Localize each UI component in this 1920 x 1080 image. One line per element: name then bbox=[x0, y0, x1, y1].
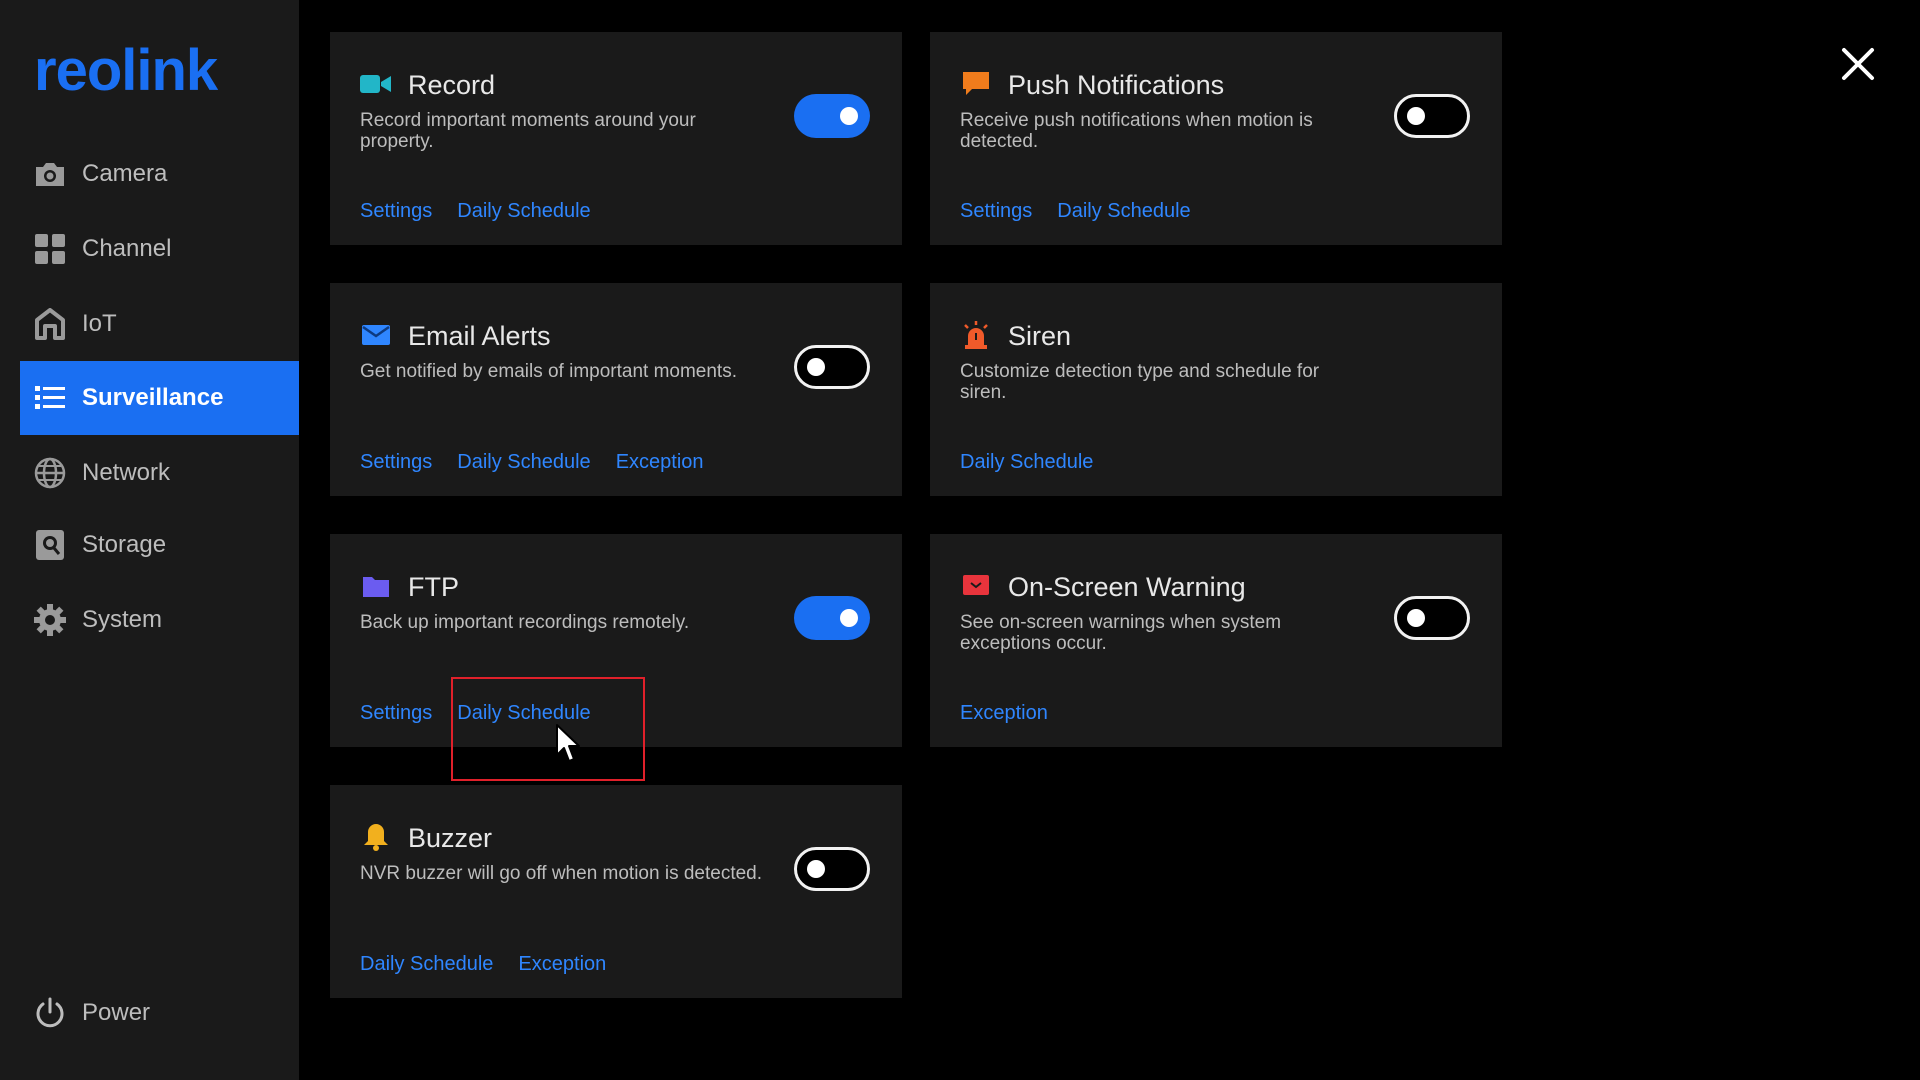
record-card: Record Record important moments around y… bbox=[330, 32, 902, 245]
list-icon bbox=[32, 380, 68, 416]
sidebar-item-label: Channel bbox=[82, 235, 172, 262]
ftp-toggle[interactable] bbox=[794, 596, 870, 640]
settings-link[interactable]: Settings bbox=[360, 200, 432, 223]
sidebar-item-channel[interactable]: Channel bbox=[20, 212, 299, 286]
sidebar-item-system[interactable]: System bbox=[20, 583, 299, 657]
daily-schedule-link[interactable]: Daily Schedule bbox=[457, 451, 590, 474]
push-notifications-toggle[interactable] bbox=[1394, 94, 1470, 138]
close-icon bbox=[1842, 48, 1874, 80]
card-description: Receive push notifications when motion i… bbox=[960, 110, 1313, 152]
toggle-knob bbox=[840, 107, 858, 125]
card-title: On-Screen Warning bbox=[1008, 572, 1246, 602]
record-toggle[interactable] bbox=[794, 94, 870, 138]
sidebar-item-label: System bbox=[82, 606, 163, 633]
sidebar-item-label: IoT bbox=[82, 310, 117, 337]
toggle-knob bbox=[807, 860, 825, 878]
card-title: Email Alerts bbox=[408, 321, 551, 351]
toggle-knob bbox=[1407, 107, 1425, 125]
settings-link[interactable]: Settings bbox=[960, 200, 1032, 223]
bell-icon bbox=[360, 821, 392, 853]
card-title: Buzzer bbox=[408, 823, 493, 853]
card-title: Record bbox=[408, 70, 496, 100]
camera-icon bbox=[32, 156, 68, 192]
power-label: Power bbox=[82, 999, 151, 1026]
card-title: FTP bbox=[408, 572, 459, 602]
globe-icon bbox=[32, 455, 68, 491]
mail-icon bbox=[360, 319, 392, 351]
folder-icon bbox=[360, 570, 392, 602]
card-description: Customize detection type and schedule fo… bbox=[960, 361, 1320, 403]
card-description: Get notified by emails of important mome… bbox=[360, 361, 737, 382]
on-screen-warning-toggle[interactable] bbox=[1394, 596, 1470, 640]
exception-link[interactable]: Exception bbox=[518, 953, 606, 976]
sidebar-item-iot[interactable]: IoT bbox=[20, 287, 299, 361]
siren-icon bbox=[960, 319, 992, 351]
sidebar-item-storage[interactable]: Storage bbox=[20, 508, 299, 582]
on-screen-warning-card: On-Screen Warning See on-screen warnings… bbox=[930, 534, 1502, 747]
screen-warning-icon bbox=[960, 570, 992, 602]
push-notifications-card: Push Notifications Receive push notifica… bbox=[930, 32, 1502, 245]
sidebar-item-label: Camera bbox=[82, 160, 168, 187]
sidebar-item-camera[interactable]: Camera bbox=[20, 137, 299, 211]
highlight-box bbox=[451, 677, 645, 781]
storage-icon bbox=[32, 527, 68, 563]
email-alerts-toggle[interactable] bbox=[794, 345, 870, 389]
email-alerts-card: Email Alerts Get notified by emails of i… bbox=[330, 283, 902, 496]
reolink-logo: reolink bbox=[34, 42, 234, 112]
siren-card: Siren Customize detection type and sched… bbox=[930, 283, 1502, 496]
settings-link[interactable]: Settings bbox=[360, 702, 432, 725]
card-description: Record important moments around your pro… bbox=[360, 110, 696, 152]
toggle-knob bbox=[840, 609, 858, 627]
mouse-cursor-icon bbox=[555, 723, 583, 767]
toggle-knob bbox=[1407, 609, 1425, 627]
power-button[interactable]: Power bbox=[20, 976, 299, 1050]
sidebar-item-network[interactable]: Network bbox=[20, 436, 299, 510]
chat-icon bbox=[960, 68, 992, 100]
exception-link[interactable]: Exception bbox=[616, 451, 704, 474]
daily-schedule-link[interactable]: Daily Schedule bbox=[960, 451, 1093, 474]
card-description: NVR buzzer will go off when motion is de… bbox=[360, 863, 763, 884]
exception-link[interactable]: Exception bbox=[960, 702, 1048, 725]
card-title: Push Notifications bbox=[1008, 70, 1225, 100]
sidebar-item-label: Storage bbox=[82, 531, 167, 558]
buzzer-card: Buzzer NVR buzzer will go off when motio… bbox=[330, 785, 902, 998]
sidebar-item-surveillance[interactable]: Surveillance bbox=[20, 361, 299, 435]
sidebar-item-label: Network bbox=[82, 459, 171, 486]
sidebar: reolink Camera Channel IoT Surveillance … bbox=[0, 0, 299, 1080]
logo-text: reolink bbox=[34, 42, 219, 102]
home-icon bbox=[32, 306, 68, 342]
card-description: See on-screen warnings when system excep… bbox=[960, 612, 1282, 654]
power-icon bbox=[32, 995, 68, 1031]
card-description: Back up important recordings remotely. bbox=[360, 612, 690, 633]
video-icon bbox=[360, 68, 392, 100]
daily-schedule-link[interactable]: Daily Schedule bbox=[360, 953, 493, 976]
close-button[interactable] bbox=[1838, 44, 1878, 84]
sidebar-item-label: Surveillance bbox=[82, 384, 224, 411]
daily-schedule-link[interactable]: Daily Schedule bbox=[457, 200, 590, 223]
grid-icon bbox=[32, 231, 68, 267]
card-title: Siren bbox=[1008, 321, 1072, 351]
settings-link[interactable]: Settings bbox=[360, 451, 432, 474]
daily-schedule-link[interactable]: Daily Schedule bbox=[1057, 200, 1190, 223]
toggle-knob bbox=[807, 358, 825, 376]
gear-icon bbox=[32, 602, 68, 638]
buzzer-toggle[interactable] bbox=[794, 847, 870, 891]
